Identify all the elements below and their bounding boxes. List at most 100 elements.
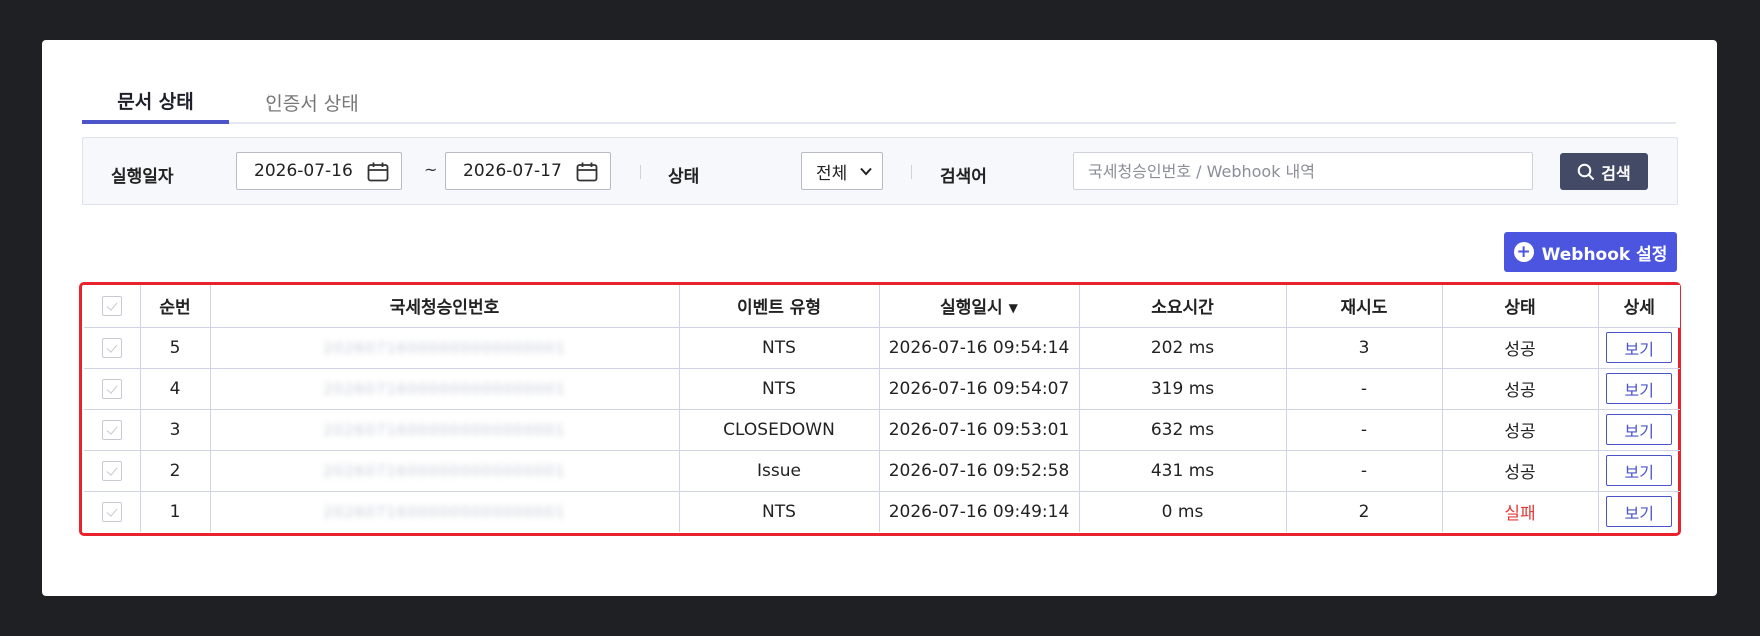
cell-approval-no: 20260716000000000000001 [209, 326, 680, 369]
cell-exec-time: 2026-07-16 09:53:01 [878, 408, 1080, 451]
row-checkbox[interactable] [101, 419, 122, 440]
cell-duration: 319 ms [1078, 367, 1287, 410]
calendar-icon[interactable] [367, 162, 389, 182]
table-row: 2 20260716000000000000001 Issue 2026-07-16 … [84, 449, 1680, 492]
table-row: 5 20260716000000000000001 NTS 2026-07-16 09… [84, 326, 1680, 369]
select-all-header[interactable] [84, 285, 141, 328]
table-header-row: 순번 국세청승인번호 이벤트 유형 실행일시 ▼ 소요시간 재시도 상태 상세 [84, 285, 1680, 328]
webhook-settings-button[interactable]: + Webhook 설정 [1504, 232, 1677, 272]
cell-retry: - [1285, 408, 1443, 451]
approval-no-masked: 20260716000000000000001 [323, 379, 566, 398]
date-range-separator: ~ [424, 160, 438, 179]
cell-retry: - [1285, 367, 1443, 410]
row-select-cell[interactable] [84, 408, 141, 451]
col-header-approval-no: 국세청승인번호 [209, 285, 680, 328]
calendar-icon[interactable] [576, 162, 598, 182]
col-header-seq: 순번 [139, 285, 211, 328]
cell-detail: 보기 [1597, 326, 1680, 369]
view-detail-button[interactable]: 보기 [1606, 455, 1673, 486]
cell-event-type: NTS [678, 367, 880, 410]
filter-divider [640, 165, 641, 179]
cell-approval-no: 20260716000000000000001 [209, 490, 680, 532]
cell-duration: 632 ms [1078, 408, 1287, 451]
tab-certificate-status[interactable]: 인증서 상태 [247, 81, 377, 124]
view-detail-button[interactable]: 보기 [1606, 496, 1673, 528]
cell-exec-time: 2026-07-16 09:49:14 [878, 490, 1080, 532]
view-detail-button[interactable]: 보기 [1606, 373, 1673, 404]
view-detail-button[interactable]: 보기 [1606, 414, 1673, 445]
search-button-label: 검색 [1601, 163, 1631, 183]
plus-circle-icon: + [1513, 242, 1534, 262]
row-select-cell[interactable] [84, 326, 141, 369]
row-select-cell[interactable] [84, 490, 141, 532]
status-label: 상태 [668, 167, 700, 187]
cell-status: 실패 [1441, 490, 1599, 532]
cell-detail: 보기 [1597, 408, 1680, 451]
cell-exec-time: 2026-07-16 09:54:07 [878, 367, 1080, 410]
cell-status: 성공 [1441, 408, 1599, 451]
cell-duration: 0 ms [1078, 490, 1287, 532]
view-detail-button[interactable]: 보기 [1606, 332, 1673, 363]
cell-duration: 431 ms [1078, 449, 1287, 492]
cell-status: 성공 [1441, 449, 1599, 492]
date-from-value: 2026-07-16 [254, 161, 353, 181]
approval-no-masked: 20260716000000000000001 [323, 338, 566, 357]
filter-divider [911, 165, 912, 179]
date-from-field[interactable]: 2026-07-16 [236, 152, 402, 190]
cell-event-type: NTS [678, 490, 880, 532]
select-all-checkbox[interactable] [101, 295, 122, 316]
row-checkbox[interactable] [101, 337, 122, 358]
col-header-detail: 상세 [1597, 285, 1680, 328]
cell-retry: 3 [1285, 326, 1443, 369]
col-header-retry: 재시도 [1285, 285, 1443, 328]
status-select[interactable]: 전체 [801, 152, 883, 190]
approval-no-masked: 20260716000000000000001 [323, 502, 566, 521]
approval-no-masked: 20260716000000000000001 [323, 420, 566, 439]
cell-detail: 보기 [1597, 449, 1680, 492]
row-checkbox[interactable] [101, 460, 122, 481]
row-checkbox[interactable] [101, 501, 122, 522]
table-row: 3 20260716000000000000001 CLOSEDOWN 2026-07… [84, 408, 1680, 451]
cell-seq: 3 [139, 408, 211, 451]
table-row: 1 20260716000000000000001 NTS 2026-07-16 09… [84, 490, 1680, 532]
table-row: 4 20260716000000000000001 NTS 2026-07-16 09… [84, 367, 1680, 410]
cell-approval-no: 20260716000000000000001 [209, 408, 680, 451]
col-header-exec-time[interactable]: 실행일시 ▼ [878, 285, 1080, 328]
keyword-label: 검색어 [940, 167, 987, 187]
content-panel: 문서 상태 인증서 상태 실행일자 2026-07-16 ~ 2026-07-1… [42, 40, 1717, 596]
date-to-field[interactable]: 2026-07-17 [445, 152, 611, 190]
webhook-history-table: 순번 국세청승인번호 이벤트 유형 실행일시 ▼ 소요시간 재시도 상태 상세 5… [79, 282, 1681, 536]
cell-exec-time: 2026-07-16 09:54:14 [878, 326, 1080, 369]
webhook-settings-label: Webhook 설정 [1541, 244, 1668, 265]
row-select-cell[interactable] [84, 367, 141, 410]
cell-seq: 5 [139, 326, 211, 369]
date-label: 실행일자 [111, 167, 174, 187]
col-header-exec-time-label: 실행일시 [940, 298, 1003, 319]
tab-document-status[interactable]: 문서 상태 [82, 81, 229, 124]
cell-approval-no: 20260716000000000000001 [209, 367, 680, 410]
keyword-search-input[interactable] [1073, 152, 1533, 190]
col-header-status: 상태 [1441, 285, 1599, 328]
search-icon [1577, 163, 1595, 180]
cell-seq: 4 [139, 367, 211, 410]
cell-event-type: NTS [678, 326, 880, 369]
cell-status: 성공 [1441, 367, 1599, 410]
date-to-value: 2026-07-17 [463, 161, 562, 181]
filter-bar: 실행일자 2026-07-16 ~ 2026-07-17 상태 전체 검색어 국… [82, 137, 1678, 205]
cell-seq: 1 [139, 490, 211, 532]
row-checkbox[interactable] [101, 378, 122, 399]
cell-event-type: Issue [678, 449, 880, 492]
row-select-cell[interactable] [84, 449, 141, 492]
cell-duration: 202 ms [1078, 326, 1287, 369]
cell-exec-time: 2026-07-16 09:52:58 [878, 449, 1080, 492]
sort-desc-icon[interactable]: ▼ [1009, 301, 1018, 315]
cell-approval-no: 20260716000000000000001 [209, 449, 680, 492]
cell-event-type: CLOSEDOWN [678, 408, 880, 451]
col-header-duration: 소요시간 [1078, 285, 1287, 328]
status-select-value: 전체 [816, 163, 848, 184]
search-button[interactable]: 검색 [1560, 153, 1648, 190]
col-header-event-type: 이벤트 유형 [678, 285, 880, 328]
cell-detail: 보기 [1597, 367, 1680, 410]
cell-seq: 2 [139, 449, 211, 492]
status-tabs: 문서 상태 인증서 상태 [82, 81, 1676, 124]
